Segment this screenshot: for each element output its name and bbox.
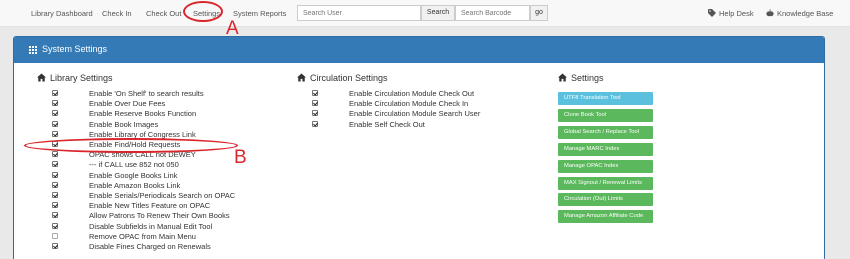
setting-label: Enable Circulation Module Check In [349,99,469,109]
home-icon [37,73,46,82]
settings-tool-button[interactable]: MAX Signout / Renewal Limits [558,176,653,190]
home-icon [297,73,306,82]
grid-icon [29,46,37,54]
search-barcode-input[interactable] [455,5,530,21]
home-icon [558,73,567,82]
setting-checkbox[interactable] [52,192,58,198]
panel-title: System Settings [42,44,108,54]
setting-checkbox[interactable] [52,130,58,137]
setting-checkbox[interactable] [52,151,58,158]
help-desk-label: Help Desk [719,9,754,18]
setting-checkbox[interactable] [52,232,58,239]
settings-tools-title: Settings [571,73,604,83]
setting-checkbox[interactable] [52,90,58,96]
apple-icon [766,9,774,17]
setting-checkbox[interactable] [52,212,58,219]
setting-label: Enable New Titles Feature on OPAC [89,201,211,211]
setting-label: Enable Serials/Periodicals Search on OPA… [89,191,236,200]
setting-label: Enable Circulation Module Check Out [349,89,475,98]
setting-label: Enable Amazon Books Link [89,180,181,190]
setting-checkbox[interactable] [52,202,58,209]
settings-tool-button[interactable]: Manage OPAC Index [558,159,653,173]
library-settings-title: Library Settings [50,73,113,83]
circulation-settings-title: Circulation Settings [310,73,388,83]
setting-checkbox[interactable] [52,110,58,117]
setting-label: Enable Book Images [89,119,159,129]
setting-label: Enable 'On Shelf' to search results [89,89,204,98]
go-button[interactable]: go [530,5,548,21]
setting-label: Disable Subfields in Manual Edit Tool [89,221,213,231]
annotation-ellipse-a [183,1,223,22]
panel-header: System Settings [14,37,824,63]
knowledge-base-label: Knowledge Base [777,9,834,18]
setting-checkbox[interactable] [52,243,58,249]
setting-label: --- if CALL use 852 not 050 [89,160,179,170]
settings-tool-button[interactable]: UTF8 Translation Tool [558,92,653,105]
help-desk-link[interactable]: Help Desk [708,9,754,18]
setting-label: Enable Reserve Books Function [89,109,197,119]
tag-icon [708,9,716,17]
top-navbar: Library Dashboard Check In Check Out Set… [0,0,850,27]
setting-label: Enable Over Due Fees [89,99,166,109]
settings-tool-button[interactable]: Manage MARC Index [558,142,653,156]
setting-label: Enable Self Check Out [349,119,425,129]
annotation-ellipse-b [24,138,238,153]
knowledge-base-link[interactable]: Knowledge Base [766,9,833,18]
setting-checkbox[interactable] [52,181,58,188]
search-user-button[interactable]: Search [421,5,455,21]
setting-checkbox[interactable] [312,100,318,107]
settings-tool-button[interactable]: Global Search / Replace Tool [558,125,653,139]
circulation-settings-heading: Circulation Settings [297,73,388,83]
settings-tools-heading: Settings [558,73,604,83]
setting-label: Remove OPAC from Main Menu [89,231,196,241]
setting-checkbox[interactable] [312,120,318,127]
setting-checkbox[interactable] [312,90,318,96]
search-user-input[interactable] [297,5,421,21]
settings-tool-button[interactable]: Clone Book Tool [558,108,653,122]
setting-checkbox[interactable] [52,120,58,127]
setting-label: Allow Patrons To Renew Their Own Books [89,211,230,221]
nav-check-in[interactable]: Check In [102,9,132,18]
setting-label: Enable Circulation Module Search User [349,109,481,119]
setting-checkbox[interactable] [52,171,58,178]
setting-checkbox[interactable] [52,222,58,229]
nav-check-out[interactable]: Check Out [146,9,181,18]
setting-label: Enable Google Books Link [89,170,178,180]
library-settings-heading: Library Settings [37,73,113,83]
settings-tool-button[interactable]: Circulation (Out) Limits [558,193,653,207]
setting-checkbox[interactable] [52,100,58,107]
annotation-letter-b: B [234,147,247,168]
settings-tool-button[interactable]: Manage Amazon Affiliate Code [558,210,653,224]
setting-checkbox[interactable] [52,161,58,168]
nav-library-dashboard[interactable]: Library Dashboard [31,9,93,18]
nav-system-reports[interactable]: System Reports [233,9,286,18]
setting-label: Disable Fines Charged on Renewals [89,242,211,251]
setting-checkbox[interactable] [312,110,318,117]
